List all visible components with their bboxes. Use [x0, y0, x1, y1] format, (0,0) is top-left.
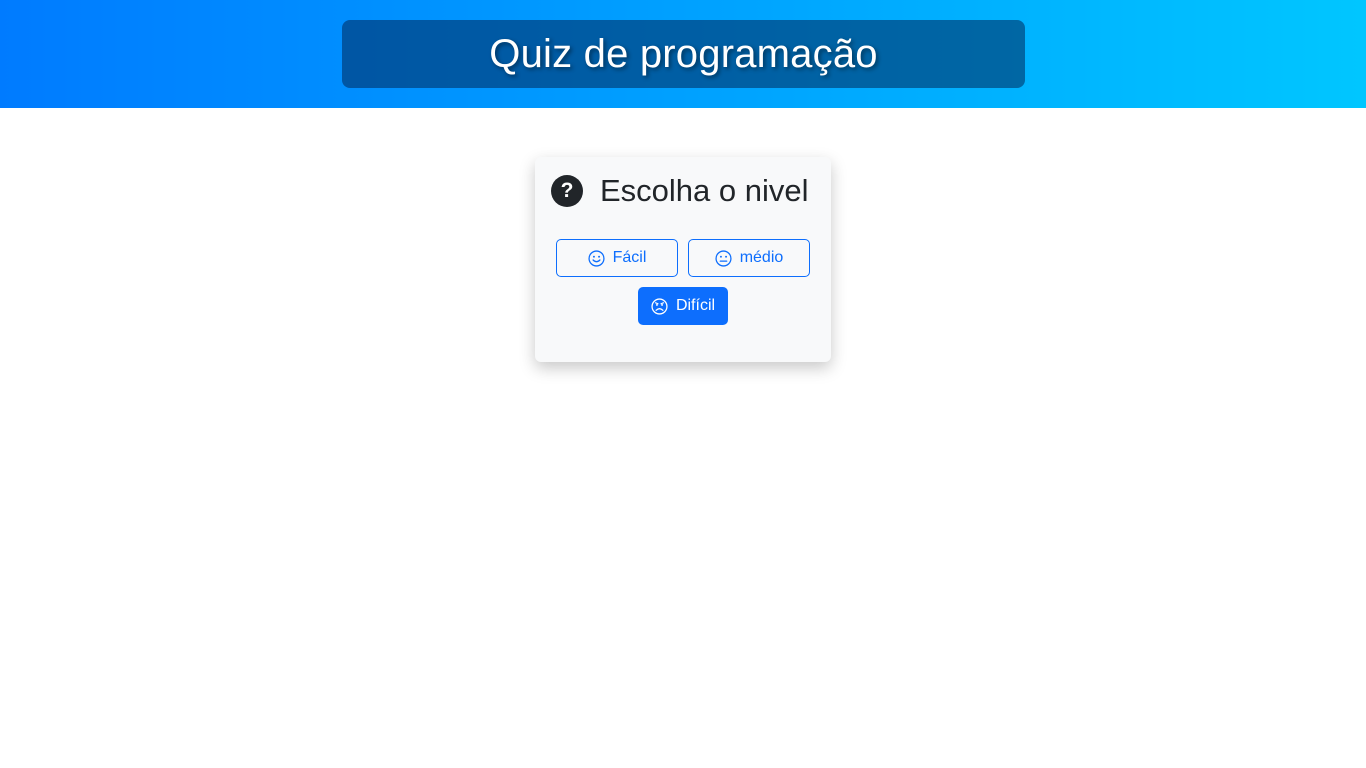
easy-level-button[interactable]: Fácil	[556, 239, 678, 277]
neutral-face-icon	[715, 249, 732, 267]
medium-level-button[interactable]: médio	[688, 239, 810, 277]
header-banner: Quiz de programação	[0, 0, 1366, 108]
card-title: Escolha o nivel	[600, 173, 809, 208]
frown-icon	[651, 297, 668, 315]
title-box: Quiz de programação	[342, 20, 1025, 88]
page-title: Quiz de programação	[489, 31, 878, 76]
card-header: ? Escolha o nivel	[551, 173, 809, 208]
question-circle-icon: ?	[551, 175, 583, 207]
hard-level-button[interactable]: Difícil	[638, 287, 728, 325]
medium-level-label: médio	[739, 249, 784, 266]
hard-level-label: Difícil	[675, 297, 716, 314]
level-select-card: ? Escolha o nivel Fácil médio Difícil	[535, 157, 831, 362]
smile-icon	[588, 249, 605, 267]
easy-level-label: Fácil	[612, 249, 647, 266]
